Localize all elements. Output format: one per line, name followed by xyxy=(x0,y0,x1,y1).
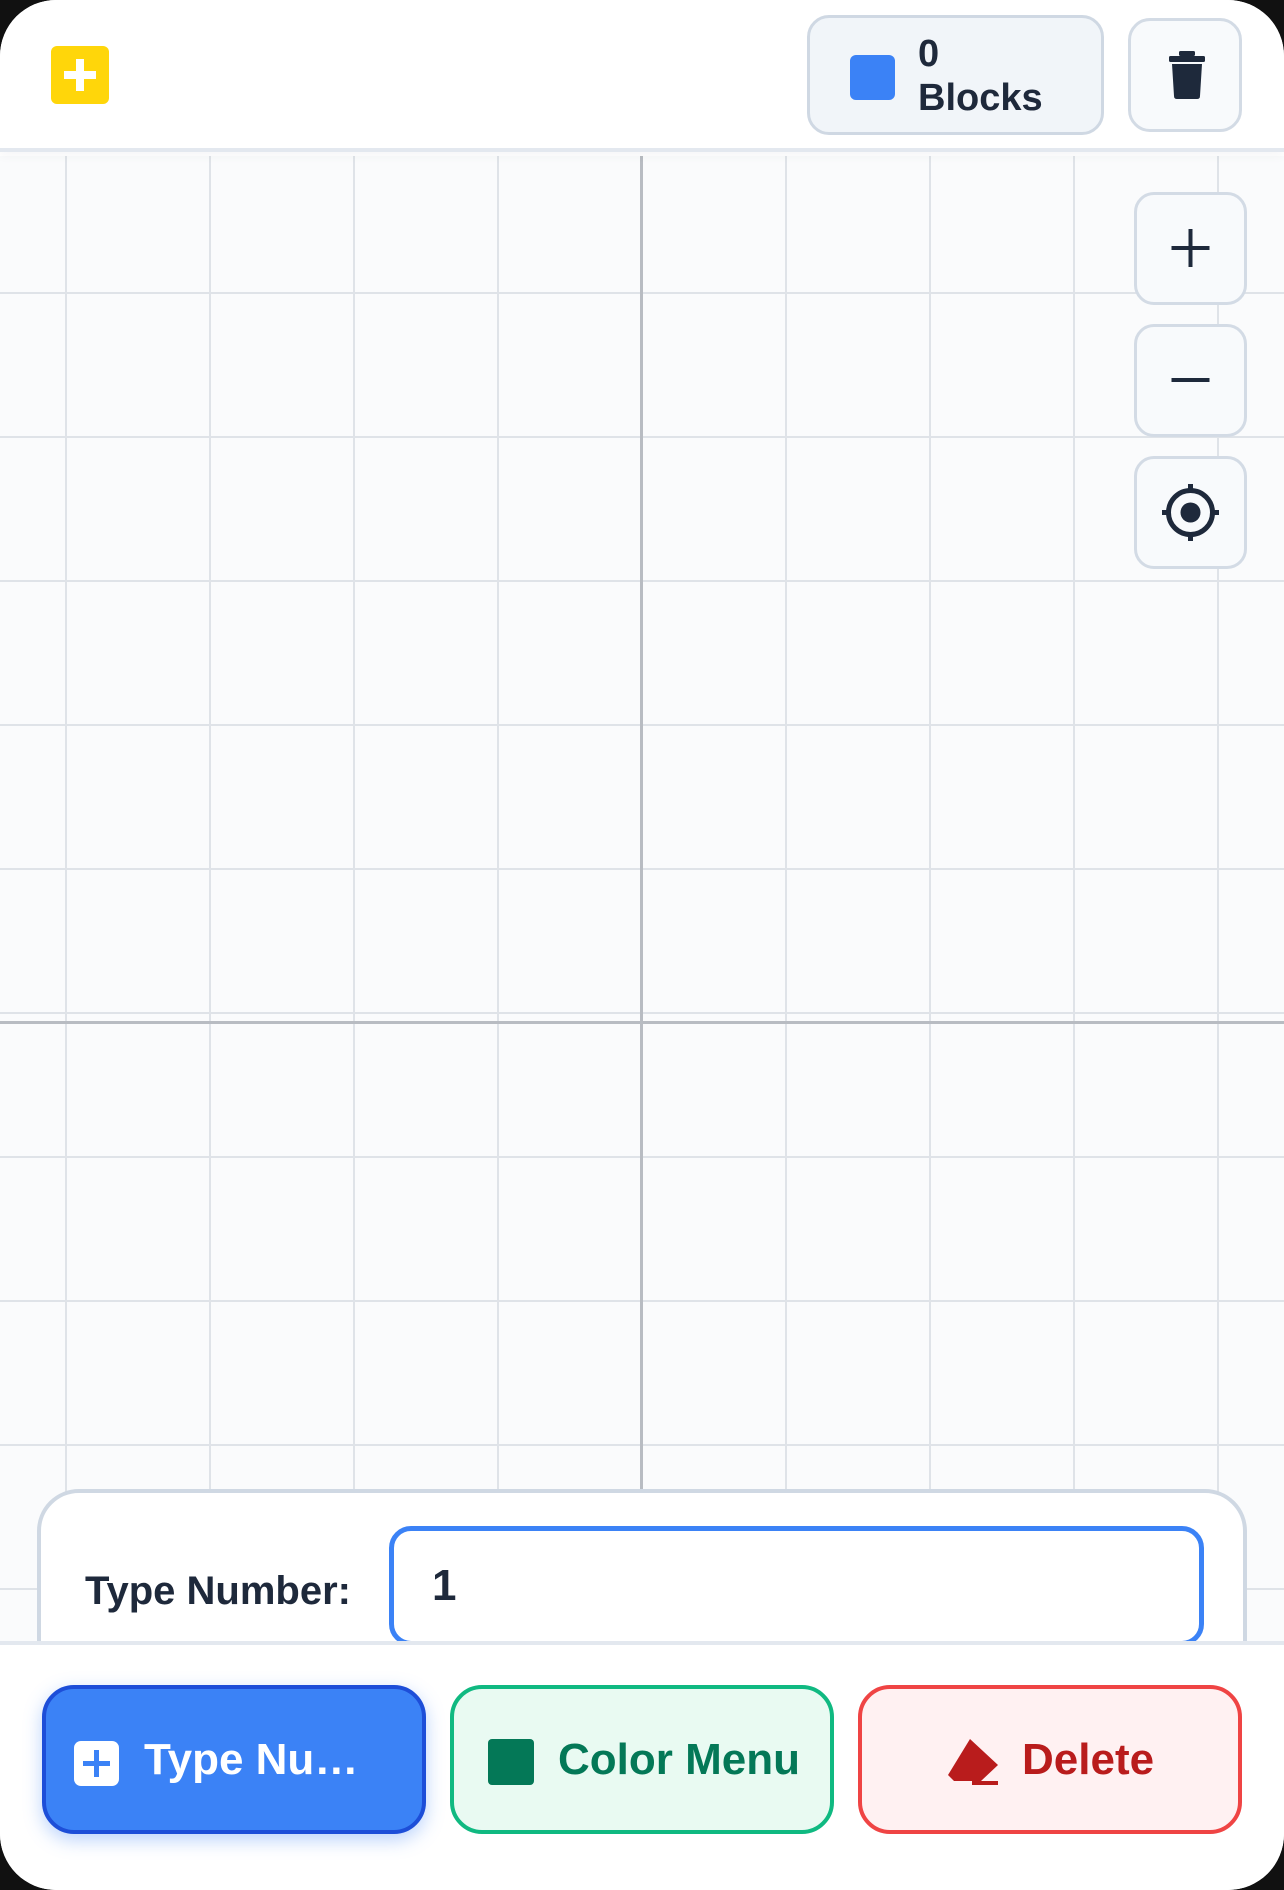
y-axis-line xyxy=(640,156,643,1489)
bottom-toolbar: Type Number Color Menu Delete xyxy=(0,1641,1284,1890)
plus-square-icon xyxy=(74,1741,119,1786)
plus-icon xyxy=(1171,229,1210,267)
zoom-out-button[interactable] xyxy=(1134,324,1247,437)
delete-button-label: Delete xyxy=(1022,1734,1155,1784)
type-number-label: Type Number: xyxy=(85,1569,351,1613)
type-number-button-label: Type Number xyxy=(144,1734,374,1784)
trash-icon xyxy=(1169,51,1205,99)
type-number-button[interactable]: Type Number xyxy=(42,1685,426,1834)
eraser-icon xyxy=(948,1739,998,1785)
recenter-button[interactable] xyxy=(1134,456,1247,569)
x-axis-line xyxy=(0,1021,1284,1024)
top-header: 0 Blocks xyxy=(0,0,1284,152)
block-color-swatch xyxy=(850,55,895,100)
zoom-in-button[interactable] xyxy=(1134,192,1247,305)
clear-all-trash-button[interactable] xyxy=(1128,18,1242,132)
block-counter: 0 Blocks xyxy=(807,15,1104,135)
block-count-label: Blocks xyxy=(918,77,1043,119)
app-window: 0 Blocks Type Number: 1 Type Num Color M… xyxy=(0,0,1284,1890)
logo-plus-icon xyxy=(51,46,109,104)
color-swatch-icon xyxy=(488,1739,534,1785)
grid-canvas[interactable] xyxy=(0,156,1284,1646)
delete-button[interactable]: Delete xyxy=(858,1685,1242,1834)
color-menu-button-label: Color Menu xyxy=(558,1734,800,1784)
block-count: 0 xyxy=(918,33,940,75)
color-menu-button[interactable]: Color Menu xyxy=(450,1685,834,1834)
number-input[interactable] xyxy=(389,1526,1204,1646)
minus-icon xyxy=(1171,378,1210,382)
crosshair-icon xyxy=(1162,484,1219,541)
